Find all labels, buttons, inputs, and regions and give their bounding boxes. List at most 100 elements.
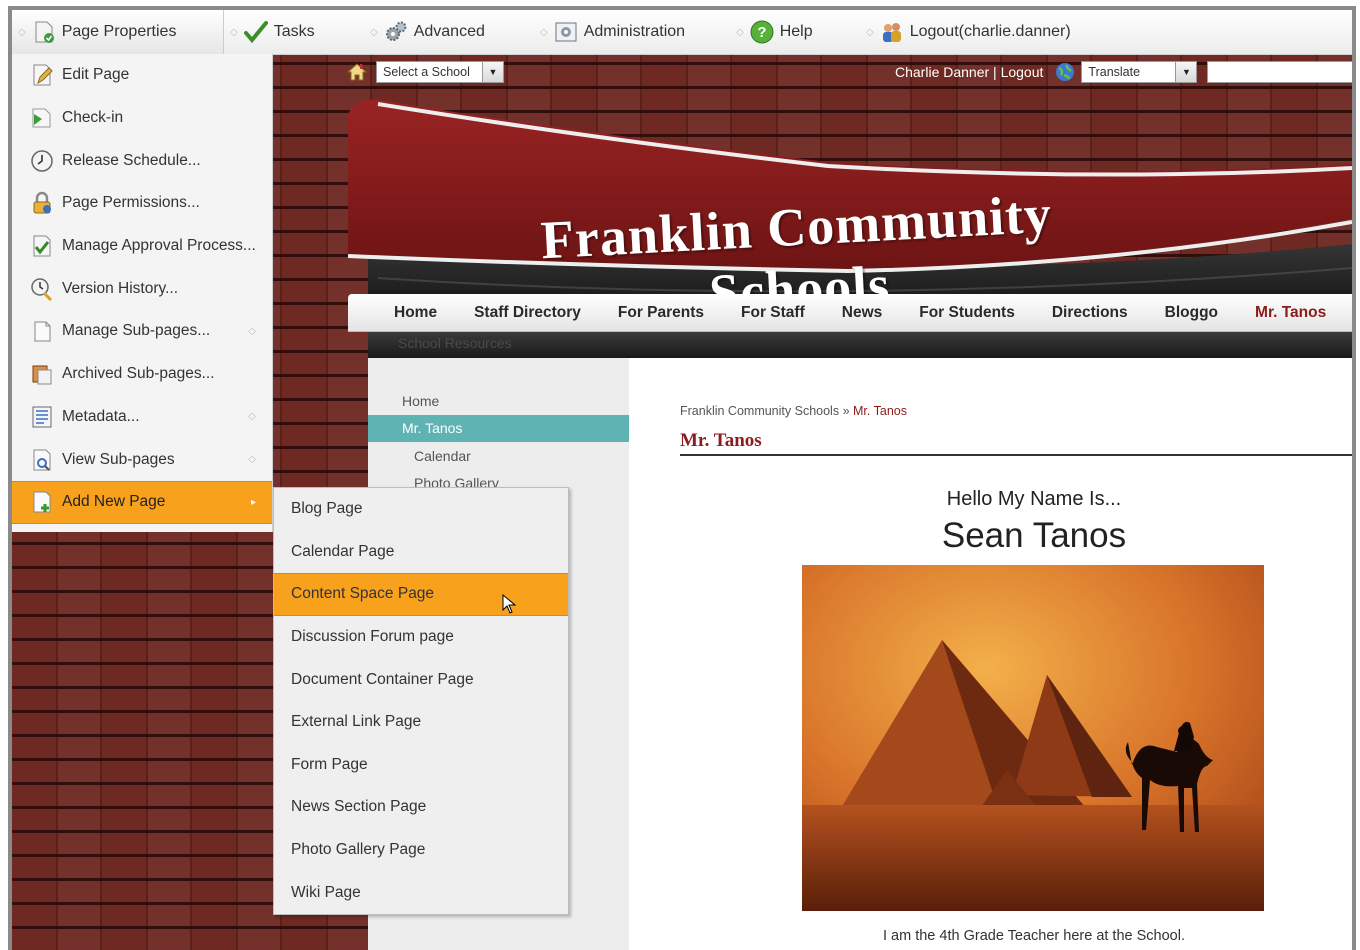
menu-item-add-new-page[interactable]: Add New Page ▸ [12,480,272,524]
logout-label: Logout(charlie.danner) [909,23,1071,40]
user-logout-link[interactable]: Charlie Danner | Logout [895,64,1043,80]
hello-heading: Hello My Name Is... [946,488,1122,510]
translate-select-value: Translate [1088,65,1141,79]
sub-pages-icon [30,319,54,343]
submenu-item-calendar-page[interactable]: Calendar Page [274,531,568,574]
page-properties-menu[interactable]: ◇ Page Properties [12,10,224,54]
nav-item-staff-directory[interactable]: Staff Directory [456,304,600,322]
home-icon[interactable] [346,61,368,83]
school-select[interactable]: Select a School ▼ [376,61,504,83]
help-menu[interactable]: ◇ ? Help [730,10,860,54]
submenu-item-wiki-page[interactable]: Wiki Page [274,871,568,914]
nav-item-news[interactable]: News [823,304,901,322]
check-in-icon [30,106,54,130]
nav-item-mr-tanos[interactable]: Mr. Tanos [1237,304,1345,322]
chevron-right-icon: ◇ [248,454,256,466]
tasks-label: Tasks [273,23,315,40]
nav-item-home[interactable]: Home [348,304,456,322]
chevron-down-icon: ▼ [1175,62,1197,82]
school-select-value: Select a School [383,65,470,79]
menu-item-label: Edit Page [62,66,130,84]
teacher-name: Sean Tanos [941,516,1127,555]
advanced-label: Advanced [413,23,485,40]
submenu-item-form-page[interactable]: Form Page [274,744,568,787]
help-icon: ? [750,20,774,44]
nav-dropdown-strip: School Resources [368,332,1352,358]
add-page-icon [30,490,54,514]
school-resources-link[interactable]: School Resources [398,335,512,351]
subnav-item-mr-tanos[interactable]: Mr. Tanos [368,414,629,442]
submenu-item-discussion-forum-page[interactable]: Discussion Forum page [274,616,568,659]
administration-label: Administration [583,23,686,40]
subnav-item-calendar[interactable]: Calendar [368,442,629,470]
breadcrumb-separator: » [842,404,850,418]
tasks-menu[interactable]: ◇ Tasks [224,10,364,54]
chevron-right-icon: ▸ [250,496,256,508]
metadata-icon [30,405,54,429]
version-history-icon [30,277,54,301]
approval-check-icon [30,234,54,258]
menu-item-page-permissions[interactable]: Page Permissions... [12,182,272,225]
menu-item-view-sub-pages[interactable]: View Sub-pages ◇ [12,438,272,481]
menu-item-release-schedule[interactable]: Release Schedule... [12,139,272,182]
menu-item-label: Release Schedule... [62,151,201,169]
chevron-right-icon: ◇ [248,325,256,337]
chevron-right-icon: ◇ [248,411,256,423]
nav-item-for-parents[interactable]: For Parents [599,304,722,322]
breadcrumb-root-link[interactable]: Franklin Community Schools [680,404,839,418]
administration-icon [554,20,578,44]
menu-item-label: Archived Sub-pages... [62,365,215,383]
page-properties-icon [32,20,56,44]
school-banner: Franklin Community Schools [347,94,1352,324]
page-properties-label: Page Properties [61,23,177,40]
school-selector-group: Select a School ▼ [346,58,504,86]
submenu-item-photo-gallery-page[interactable]: Photo Gallery Page [274,829,568,872]
submenu-item-news-section-page[interactable]: News Section Page [274,786,568,829]
globe-icon [1055,62,1075,82]
menu-item-label: Manage Sub-pages... [62,322,211,340]
clock-icon [30,149,54,173]
nav-item-for-students[interactable]: For Students [901,304,1034,322]
submenu-item-document-container-page[interactable]: Document Container Page [274,658,568,701]
page-properties-dropdown: Edit Page Check-in Release Schedule... P… [12,54,273,532]
menu-item-manage-approval[interactable]: Manage Approval Process... [12,225,272,268]
submenu-item-external-link-page[interactable]: External Link Page [274,701,568,744]
pyramids-photo [802,565,1264,911]
menu-item-label: Metadata... [62,407,140,425]
search-input[interactable] [1207,61,1352,83]
teacher-caption: I am the 4th Grade Teacher here at the S… [882,928,1185,944]
translate-select[interactable]: Translate ▼ [1081,61,1198,83]
mouse-pointer-icon [502,593,517,614]
menu-item-check-in[interactable]: Check-in [12,97,272,140]
page-title: Mr. Tanos [680,430,1352,456]
add-new-page-submenu: Blog Page Calendar Page Content Space Pa… [273,487,569,915]
subnav-item-home[interactable]: Home [368,387,629,415]
menu-item-edit-page[interactable]: Edit Page [12,54,272,97]
nav-item-for-staff[interactable]: For Staff [723,304,824,322]
logout-menu[interactable]: ◇ Logout(charlie.danner) [860,10,1100,54]
menu-item-label: Add New Page [62,493,166,511]
browser-frame: ◇ Page Properties ◇ Tasks ◇ Advanced ◇ A… [8,6,1356,950]
menu-item-metadata[interactable]: Metadata... ◇ [12,396,272,439]
submenu-item-blog-page[interactable]: Blog Page [274,488,568,531]
breadcrumb-current: Mr. Tanos [853,404,907,418]
menu-item-manage-sub-pages[interactable]: Manage Sub-pages... ◇ [12,310,272,353]
chevron-down-icon: ▼ [482,62,503,82]
nav-item-bloggo[interactable]: Bloggo [1146,304,1236,322]
menu-item-archived-sub-pages[interactable]: Archived Sub-pages... [12,353,272,396]
svg-text:?: ? [757,24,766,41]
advanced-menu[interactable]: ◇ Advanced [364,10,534,54]
main-nav: Home Staff Directory For Parents For Staff N… [348,294,1352,332]
edit-page-icon [30,63,54,87]
administration-menu[interactable]: ◇ Administration [534,10,730,54]
tasks-checkmark-icon [243,20,268,44]
submenu-item-content-space-page[interactable]: Content Space Page [274,573,568,616]
menu-item-version-history[interactable]: Version History... [12,267,272,310]
nav-item-directions[interactable]: Directions [1033,304,1146,322]
admin-toolbar: ◇ Page Properties ◇ Tasks ◇ Advanced ◇ A… [12,10,1352,55]
advanced-gears-icon [384,20,408,44]
lock-icon [30,191,54,215]
user-utility-group: Charlie Danner | Logout Translate ▼ [895,58,1352,86]
menu-item-label: Version History... [62,279,179,297]
menu-item-label: Check-in [62,109,124,127]
